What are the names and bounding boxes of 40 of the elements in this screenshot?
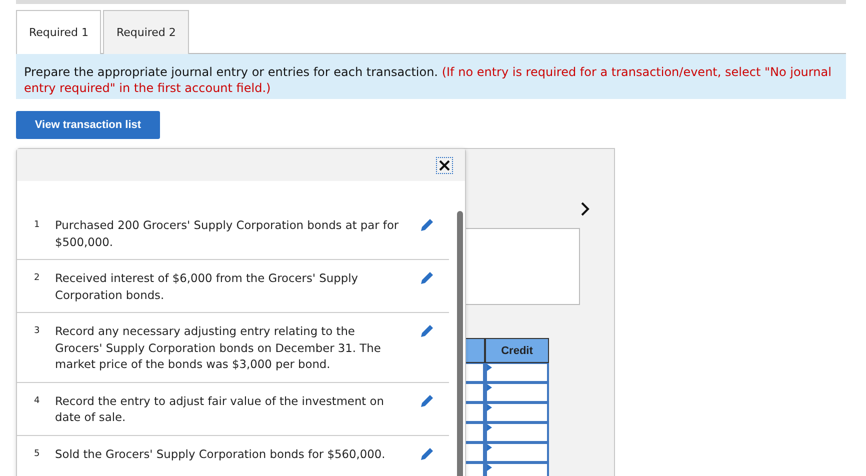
pencil-icon — [419, 217, 435, 233]
edit-button[interactable] — [419, 446, 435, 462]
view-transaction-list-button[interactable]: View transaction list — [16, 111, 160, 139]
amount-field[interactable] — [485, 383, 549, 403]
item-number: 1 — [33, 219, 41, 232]
close-icon — [439, 160, 450, 171]
pencil-icon — [419, 270, 435, 286]
amount-field[interactable] — [485, 443, 549, 463]
edit-button[interactable] — [419, 270, 435, 286]
amount-field[interactable] — [485, 363, 549, 383]
instruction-text: Prepare the appropriate journal entry or entries for each transaction. (If no entry is required for a transaction/event, select "No journal entry required" in the first account field.) — [24, 64, 832, 96]
chevron-right-icon[interactable] — [580, 202, 590, 216]
tab[interactable]: Required 2 — [103, 10, 189, 54]
amount-field[interactable] — [485, 403, 549, 423]
marker-icon — [487, 364, 492, 371]
item-number: 2 — [33, 272, 41, 285]
amount-field[interactable] — [485, 423, 549, 443]
pencil-icon — [419, 323, 435, 339]
edit-button[interactable] — [419, 217, 435, 233]
transaction-text: Sold the Grocers' Supply Corporation bonds for $560,000. — [55, 446, 386, 462]
tab[interactable]: Required 1 — [16, 10, 102, 54]
transaction-text: Purchased 200 Grocers' Supply Corporation bonds at par for $500,000. — [55, 217, 400, 250]
close-button[interactable] — [436, 157, 453, 174]
scrollbar[interactable] — [457, 211, 463, 476]
transaction-text: Received interest of $6,000 from the Grocers' Supply Corporation bonds. — [55, 270, 359, 303]
pencil-icon — [419, 446, 435, 462]
transaction-text: Record the entry to adjust fair value of the investment on date of sale. — [55, 392, 385, 426]
edit-button[interactable] — [419, 323, 435, 339]
column-header: Credit — [485, 338, 549, 363]
marker-icon — [487, 464, 492, 471]
marker-icon — [487, 444, 492, 451]
item-number: 4 — [33, 394, 41, 408]
marker-icon — [487, 424, 492, 431]
item-number: 3 — [33, 325, 41, 338]
item-number: 5 — [33, 448, 41, 460]
transaction-text: Record any necessary adjusting entry relating to the Grocers' Supply Corporation bonds on December 31. The market price of the bonds was $3,000 per bond. — [55, 323, 382, 372]
marker-icon — [487, 384, 492, 391]
edit-button[interactable] — [419, 392, 435, 408]
marker-icon — [487, 404, 492, 411]
pencil-icon — [419, 392, 435, 408]
